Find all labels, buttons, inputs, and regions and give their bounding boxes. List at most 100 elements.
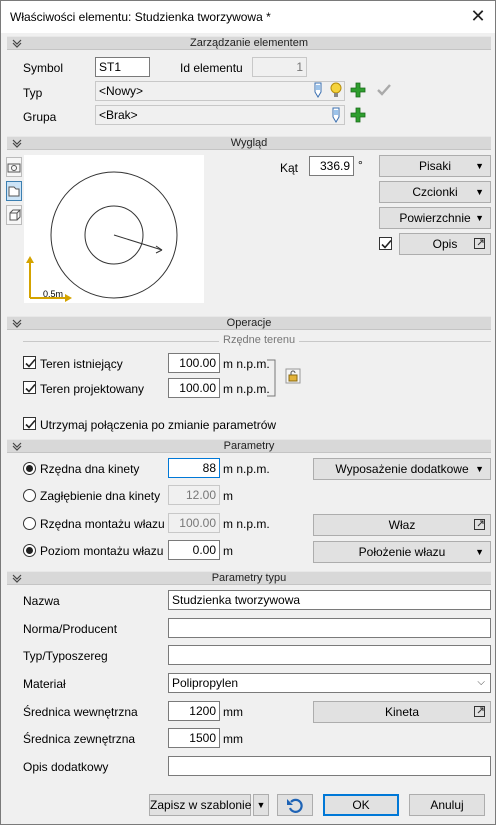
pick-group-icon[interactable] (328, 107, 344, 123)
poziom-montazu-unit: m (223, 544, 233, 558)
material-label: Materiał (23, 677, 66, 691)
rzedna-montazu-input: 100.00 (168, 513, 220, 533)
teren-istniejacy-checkbox[interactable] (23, 356, 36, 369)
poziom-montazu-label: Poziom montażu włazu (40, 544, 164, 558)
polozenie-label: Położenie włazu (358, 545, 446, 559)
anuluj-label: Anuluj (430, 798, 464, 812)
rzedna-dna-label: Rzędna dna kinety (40, 462, 140, 476)
poziom-montazu-radio[interactable] (23, 544, 36, 557)
teren-istniejacy-input[interactable]: 100.00 (168, 353, 220, 373)
polozenie-button[interactable]: Położenie włazu ▼ (313, 541, 491, 563)
typ-select[interactable]: <Nowy> (95, 81, 345, 101)
material-value: Polipropylen (172, 676, 239, 690)
opis-button[interactable]: Opis (399, 233, 491, 255)
zaglebienie-label: Zagłębienie dna kinety (40, 489, 161, 503)
sr-wew-label: Średnica wewnętrzna (23, 705, 138, 719)
sr-wew-input[interactable]: 1200 (168, 701, 220, 721)
kineta-button[interactable]: Kineta (313, 701, 491, 723)
dropdown-arrow-icon: ▼ (256, 800, 266, 810)
manhole-preview (26, 171, 178, 302)
dropdown-arrow-icon: ▼ (475, 464, 484, 474)
grupa-select[interactable]: <Brak> (95, 105, 345, 125)
section-title: Parametry (223, 440, 275, 452)
opis-checkbox[interactable] (379, 237, 392, 250)
teren-projektowany-input[interactable]: 100.00 (168, 378, 220, 398)
symbol-input[interactable]: ST1 (95, 57, 150, 77)
add-type-icon[interactable] (349, 81, 367, 99)
section-title: Parametry typu (211, 572, 287, 584)
id-input: 1 (252, 57, 307, 77)
close-icon[interactable]: ✕ (467, 5, 489, 27)
teren-projektowany-label: Teren projektowany (40, 382, 145, 396)
typoszereg-input[interactable] (168, 645, 491, 665)
rzedna-montazu-unit: m n.p.m. (223, 517, 270, 531)
zapisz-dropdown-button[interactable]: ▼ (253, 794, 269, 816)
ok-button[interactable]: OK (323, 794, 399, 816)
open-window-icon (474, 519, 485, 530)
rzedne-terenu-label: Rzędne terenu (219, 334, 300, 346)
undo-button[interactable] (277, 794, 313, 816)
view-3d-tool[interactable] (6, 205, 22, 225)
zaglebienie-radio[interactable] (23, 489, 36, 502)
dropdown-arrow-icon: ▼ (475, 161, 484, 171)
open-window-icon (474, 706, 485, 717)
pisaki-label: Pisaki (418, 159, 451, 173)
utrzymaj-label: Utrzymaj połączenia po zmianie parametró… (40, 418, 277, 432)
rzedna-montazu-radio[interactable] (23, 517, 36, 530)
section-header-parametry[interactable]: Parametry (7, 439, 491, 453)
utrzymaj-checkbox[interactable] (23, 417, 36, 430)
kineta-label: Kineta (384, 705, 420, 719)
czcionki-button[interactable]: Czcionki ▼ (379, 181, 491, 203)
teren-projektowany-checkbox[interactable] (23, 381, 36, 394)
nazwa-label: Nazwa (23, 594, 60, 608)
rzedna-dna-input[interactable]: 88 (168, 458, 220, 478)
anuluj-button[interactable]: Anuluj (409, 794, 485, 816)
zapisz-label: Zapisz w szablonie (150, 798, 252, 812)
sr-wew-unit: mm (223, 705, 243, 719)
window-title: Właściwości elementu: Studzienka tworzyw… (10, 10, 271, 24)
pick-type-icon[interactable] (310, 82, 326, 98)
dropdown-arrow-icon: ▼ (475, 213, 484, 223)
view-2d-tool[interactable] (6, 181, 22, 201)
opis-dodatkowy-input[interactable] (168, 756, 491, 776)
section-header-operacje[interactable]: Operacje (7, 316, 491, 330)
chevron-down-icon: ⌵ (477, 677, 485, 688)
section-header-zarzadzanie[interactable]: Zarządzanie elementem (7, 36, 491, 50)
teren-istniejacy-unit: m n.p.m. (223, 357, 270, 371)
id-label: Id elementu (180, 61, 243, 75)
kat-unit: ° (358, 158, 363, 172)
grupa-label: Grupa (23, 110, 57, 124)
rzedna-montazu-label: Rzędna montażu włazu (40, 517, 165, 531)
rzedna-dna-radio[interactable] (23, 462, 36, 475)
kat-label: Kąt (280, 161, 299, 175)
poziom-montazu-input[interactable]: 0.00 (168, 540, 220, 560)
confirm-icon (377, 84, 391, 96)
bulb-icon[interactable] (328, 82, 344, 98)
typoszereg-label: Typ/Typoszereg (23, 649, 108, 663)
wlaz-button[interactable]: Właz (313, 514, 491, 536)
powierzchnie-button[interactable]: Powierzchnie ▼ (379, 207, 491, 229)
wyposazenie-button[interactable]: Wyposażenie dodatkowe ▼ (313, 458, 491, 480)
nazwa-input[interactable]: Studzienka tworzywowa (168, 590, 491, 610)
kat-input[interactable]: 336.9 (309, 156, 354, 176)
dropdown-arrow-icon: ▼ (475, 187, 484, 197)
lock-icon[interactable] (285, 368, 301, 384)
scale-label: 0.5m (43, 289, 64, 299)
material-select[interactable]: Polipropylen ⌵ (168, 673, 491, 693)
zapisz-w-szablonie-button[interactable]: Zapisz w szablonie (149, 794, 251, 816)
section-header-parametry-typu[interactable]: Parametry typu (7, 571, 491, 585)
section-header-wyglad[interactable]: Wygląd (7, 136, 491, 150)
czcionki-label: Czcionki (412, 185, 458, 199)
pisaki-button[interactable]: Pisaki ▼ (379, 155, 491, 177)
teren-istniejacy-label: Teren istniejący (40, 357, 123, 371)
typ-label: Typ (23, 86, 43, 100)
sr-zew-label: Średnica zewnętrzna (23, 732, 136, 746)
norma-input[interactable] (168, 618, 491, 638)
view-camera-tool[interactable] (6, 157, 22, 177)
rzedna-dna-unit: m n.p.m. (223, 462, 270, 476)
ok-label: OK (352, 798, 370, 812)
add-group-icon[interactable] (349, 106, 367, 124)
wyposazenie-label: Wyposażenie dodatkowe (335, 462, 469, 476)
sr-zew-input[interactable]: 1500 (168, 728, 220, 748)
section-title: Operacje (226, 317, 272, 329)
